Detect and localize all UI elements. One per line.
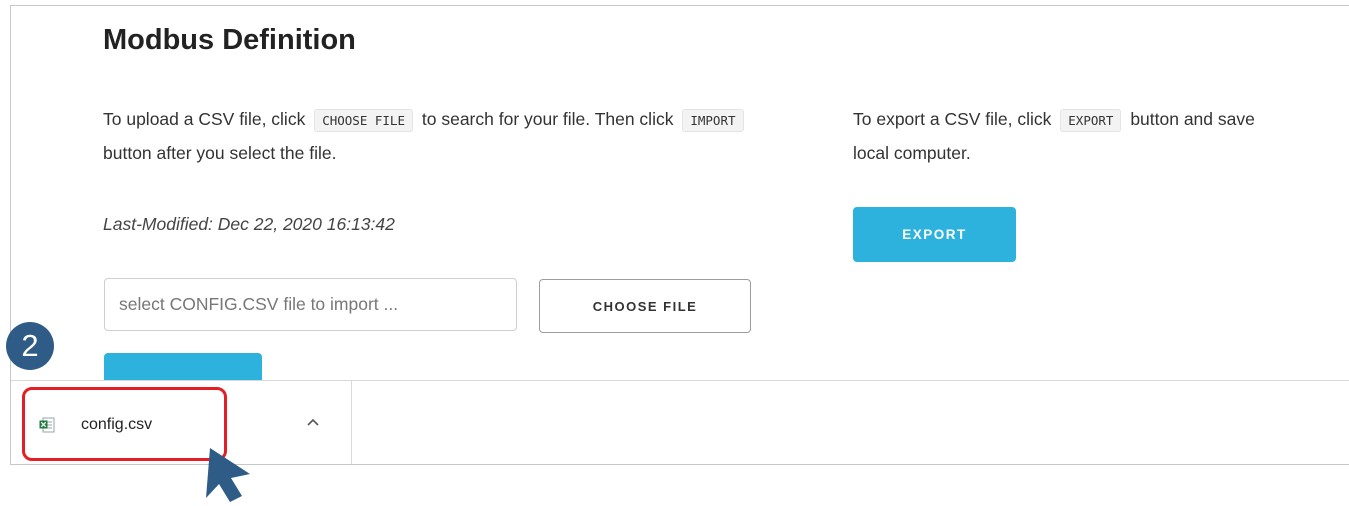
export-text-part3: local computer. [853, 143, 971, 163]
export-instructions: To export a CSV file, click EXPORT butto… [853, 103, 1349, 170]
upload-text-part2: to search for your file. Then click [421, 109, 674, 129]
page-title: Modbus Definition [103, 24, 356, 56]
export-text-part2: button and save [1130, 109, 1255, 129]
import-code: IMPORT [682, 109, 744, 132]
export-code: EXPORT [1060, 109, 1122, 132]
mouse-cursor-icon [206, 448, 250, 502]
step-number-badge: 2 [6, 322, 54, 370]
highlight-box [22, 387, 227, 461]
upload-text-part1: To upload a CSV file, click [103, 109, 306, 129]
upload-text-part3: button after you select the file. [103, 143, 337, 163]
choose-file-code: CHOOSE FILE [314, 109, 413, 132]
choose-file-button[interactable]: CHOOSE FILE [539, 279, 751, 333]
export-text-part1: To export a CSV file, click [853, 109, 1052, 129]
file-path-input[interactable] [104, 278, 517, 331]
chevron-up-icon[interactable] [301, 411, 325, 435]
export-button[interactable]: EXPORT [853, 207, 1016, 262]
upload-instructions: To upload a CSV file, click CHOOSE FILE … [103, 103, 793, 170]
last-modified-text: Last-Modified: Dec 22, 2020 16:13:42 [103, 214, 395, 234]
